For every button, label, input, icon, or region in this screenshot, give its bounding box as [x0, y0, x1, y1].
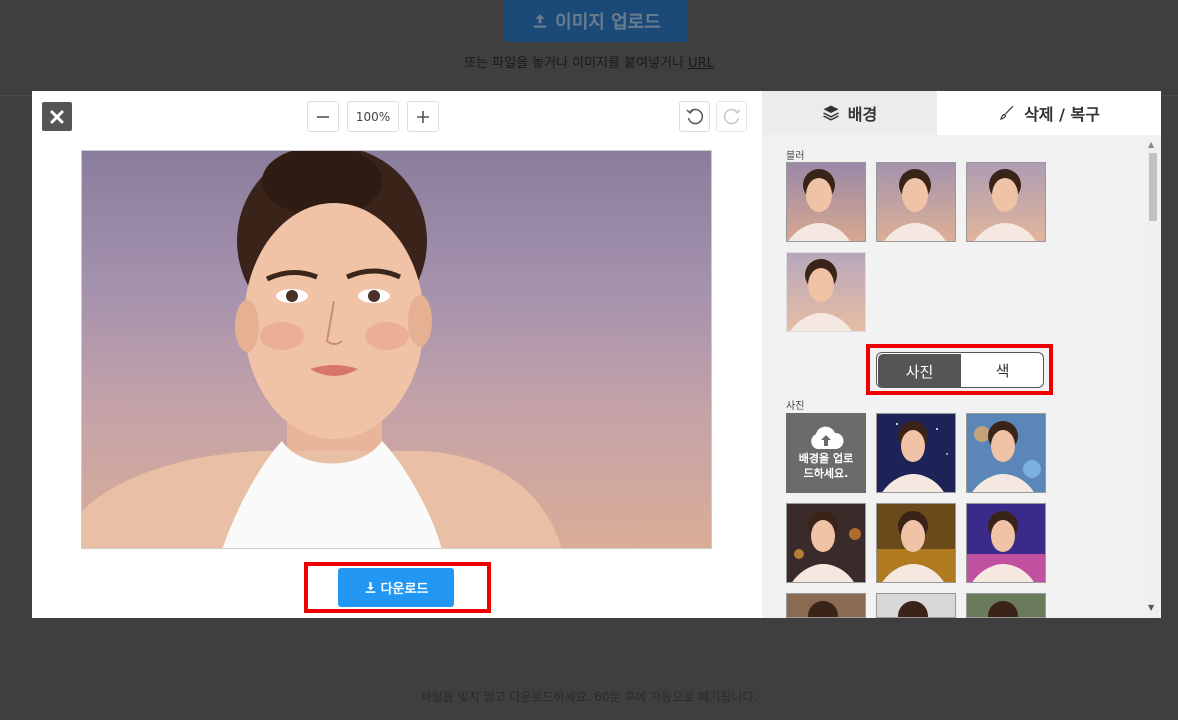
blur-thumbnail[interactable]	[786, 252, 866, 332]
layers-icon	[822, 105, 839, 121]
upload-tile-line-2: 드하세요.	[803, 467, 849, 480]
tab-erase-restore[interactable]: 삭제 / 복구	[937, 91, 1161, 135]
tab-background[interactable]: 배경	[762, 91, 937, 135]
close-icon	[50, 110, 64, 123]
url-link[interactable]: URL	[688, 56, 714, 71]
bg-photo-image	[877, 414, 955, 492]
download-label: 다운로드	[380, 582, 429, 597]
download-icon	[365, 582, 375, 593]
hint-text: 또는 파일을 놓거나 이미지를 붙여넣거나	[464, 56, 684, 71]
upload-background-tile[interactable]: 배경을 업로 드하세요.	[786, 413, 866, 493]
scroll-up-arrow-icon[interactable]: ▲	[1148, 140, 1154, 149]
zoom-in-button[interactable]	[407, 101, 439, 132]
upload-icon	[534, 14, 547, 28]
upload-tile-line-1: 배경을 업로	[798, 451, 854, 465]
background-photo-thumbnail[interactable]	[966, 503, 1046, 583]
background-photo-thumbnail[interactable]	[876, 413, 956, 493]
scrollbar-thumb[interactable]	[1149, 153, 1157, 221]
background-photo-thumbnail[interactable]	[876, 593, 956, 618]
portrait-image	[82, 151, 562, 548]
background-photo-thumbnail[interactable]	[966, 413, 1046, 493]
image-preview[interactable]	[81, 150, 712, 549]
blur-thumb-image	[787, 253, 865, 331]
undo-button[interactable]	[679, 101, 710, 132]
blur-thumbnail[interactable]	[966, 162, 1046, 242]
bg-photo-image	[967, 414, 1045, 492]
blur-thumb-image	[787, 163, 865, 241]
toggle-photo-option[interactable]: 사진	[878, 354, 961, 387]
footer-notice: 파일을 잊지 말고 다운로드하세요. 60분 후에 자동으로 폐기됩니다.	[420, 690, 758, 704]
background-photo-thumbnail[interactable]	[786, 593, 866, 618]
side-panel: 배경 삭제 / 복구 블러 사진 색 사진 배경을 업로 드하세요. ▲ ▼	[762, 91, 1161, 618]
zoom-level: 100%	[347, 101, 399, 132]
background-photo-thumbnail[interactable]	[966, 593, 1046, 618]
editor-modal: 100% 다운로드 배경 삭제 / 복구 블러 사진 색 사진 배경을 업로 드…	[32, 91, 1161, 618]
scroll-down-arrow-icon[interactable]: ▼	[1148, 603, 1154, 612]
zoom-out-button[interactable]	[307, 101, 339, 132]
redo-icon	[723, 108, 741, 124]
upload-image-label: 이미지 업로드	[555, 12, 661, 33]
bg-photo-image	[787, 504, 865, 582]
close-button[interactable]	[42, 102, 72, 131]
upload-image-button[interactable]: 이미지 업로드	[504, 0, 688, 42]
upload-hint: 또는 파일을 놓거나 이미지를 붙여넣거나 URL	[0, 52, 1178, 71]
toggle-color-option[interactable]: 색	[962, 353, 1043, 387]
background-photo-thumbnail[interactable]	[786, 503, 866, 583]
photo-section-label: 사진	[786, 401, 805, 412]
cloud-upload-icon	[811, 426, 844, 449]
background-photo-thumbnail[interactable]	[876, 503, 956, 583]
download-button[interactable]: 다운로드	[338, 568, 454, 607]
plus-icon	[417, 110, 429, 123]
redo-button[interactable]	[716, 101, 747, 132]
blur-thumb-image	[877, 163, 955, 241]
tab-background-label: 배경	[847, 105, 878, 124]
blur-thumbnail[interactable]	[876, 162, 956, 242]
blur-thumbnail[interactable]	[786, 162, 866, 242]
minus-icon	[317, 115, 329, 118]
brush-icon	[1000, 105, 1014, 120]
photo-color-toggle: 사진 색	[876, 352, 1044, 388]
bg-photo-image	[787, 594, 865, 617]
tab-erase-label: 삭제 / 복구	[1024, 105, 1100, 124]
undo-icon	[685, 108, 703, 124]
bg-photo-image	[967, 504, 1045, 582]
bg-photo-image	[877, 594, 955, 617]
bg-photo-image	[967, 594, 1045, 617]
blur-thumb-image	[967, 163, 1045, 241]
bg-photo-image	[877, 504, 955, 582]
blur-section-label: 블러	[786, 151, 805, 162]
